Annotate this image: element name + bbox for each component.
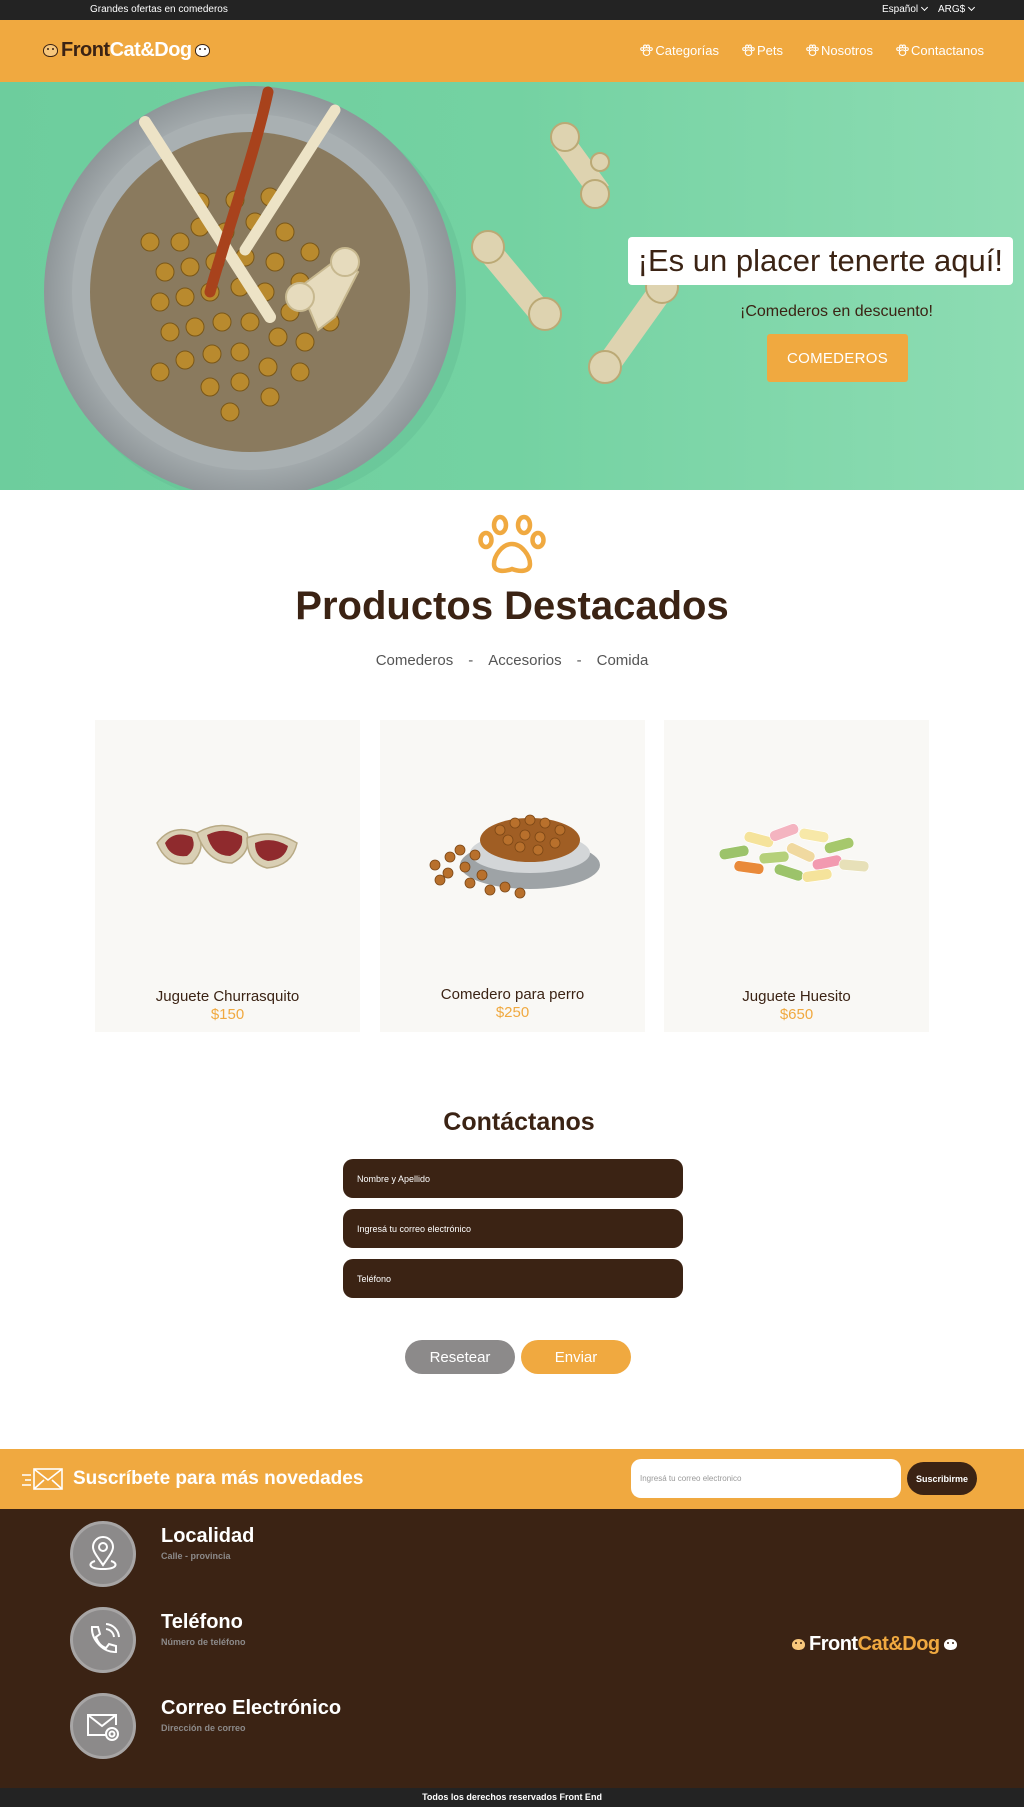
language-label: Español (882, 4, 919, 15)
logo-catdog-text: Cat&Dog (109, 39, 193, 61)
contact-title: Contáctanos (443, 1108, 595, 1136)
filter-comida[interactable]: Comida (597, 652, 649, 669)
product-name: Juguete Huesito (742, 988, 851, 1005)
logo-front-text: Front (809, 1633, 858, 1655)
chevron-down-icon (921, 3, 929, 12)
product-name: Comedero para perro (440, 986, 585, 1003)
promo-text: Grandes ofertas en comederos (90, 4, 228, 15)
top-bar: Grandes ofertas en comederos Español ARG… (0, 0, 1024, 20)
phone-sub: Número de teléfono (161, 1637, 246, 1647)
product-price: $150 (210, 1006, 245, 1023)
product-card[interactable]: Juguete Huesito $650 (664, 720, 929, 1032)
location-sub: Calle - provincia (161, 1551, 231, 1561)
nav-item-label: Categorías (655, 43, 719, 58)
product-price: $250 (495, 1004, 530, 1021)
dog-bowl-image (429, 814, 600, 899)
copyright-bar: Todos los derechos reservados Front End (0, 1788, 1024, 1807)
site-header: Front Cat&Dog Categorías Pets Nosotros C… (0, 20, 1024, 82)
nav-item-nosotros[interactable]: Nosotros (805, 43, 873, 58)
location-circle (70, 1521, 136, 1587)
language-selector[interactable]: Español (882, 3, 929, 15)
cat-face-icon (791, 1638, 806, 1651)
chevron-down-icon (968, 3, 976, 12)
paw-icon (896, 44, 909, 56)
email-title: Correo Electrónico (161, 1697, 342, 1719)
hero-subtitle: ¡Comederos en descuento! (740, 303, 933, 320)
dog-face-icon (942, 1638, 958, 1651)
subscribe-text: Suscríbete para más novedades (73, 1468, 364, 1489)
filter-accesorios[interactable]: Accesorios (488, 652, 561, 669)
site-logo[interactable]: Front Cat&Dog (40, 39, 213, 62)
nav-item-label: Contactanos (911, 43, 984, 58)
phone-icon (90, 1623, 120, 1654)
paw-icon (742, 44, 755, 56)
logo-front-text: Front (61, 39, 110, 61)
filter-comederos[interactable]: Comederos (376, 652, 454, 669)
product-price: $650 (779, 1006, 814, 1023)
dog-food-bowl-image (44, 86, 679, 490)
mail-circle (70, 1693, 136, 1759)
subscribe-bar: Suscríbete para más novedades Suscribirm… (0, 1449, 1024, 1509)
nav-item-contactanos[interactable]: Contactanos (895, 43, 984, 58)
nav-item-label: Nosotros (820, 43, 873, 58)
nav-item-categorias[interactable]: Categorías (639, 43, 719, 58)
product-card[interactable]: Juguete Churrasquito $150 (95, 720, 360, 1032)
hero-title: ¡Es un placer tenerte aquí! (627, 237, 1013, 285)
site-footer: Localidad Calle - provincia Teléfono Núm… (0, 1509, 1024, 1788)
reset-button[interactable]: Resetear (405, 1340, 515, 1374)
currency-selector[interactable]: ARG$ (938, 3, 976, 15)
nav-item-pets[interactable]: Pets (741, 43, 783, 58)
phone-circle (70, 1607, 136, 1673)
subscribe-button[interactable]: Suscribirme (907, 1462, 977, 1495)
filter-separator: - (576, 652, 582, 669)
email-field[interactable] (343, 1209, 683, 1248)
phone-field[interactable] (343, 1259, 683, 1298)
mail-icon (87, 1714, 119, 1741)
envelope-icon (22, 1468, 63, 1490)
email-sub: Dirección de correo (161, 1723, 246, 1733)
nav-item-label: Pets (756, 43, 783, 58)
location-pin-icon (89, 1536, 117, 1571)
currency-label: ARG$ (938, 4, 966, 15)
filter-separator: - (468, 652, 474, 669)
paw-icon (640, 44, 654, 56)
location-title: Localidad (161, 1525, 255, 1547)
comederos-button[interactable]: COMEDEROS (767, 334, 908, 382)
steak-toy-image (156, 824, 298, 869)
logo-catdog-text: Cat&Dog (857, 1633, 941, 1655)
bone-treats-image (718, 823, 870, 883)
phone-title: Teléfono (161, 1611, 243, 1633)
paw-icon (806, 44, 819, 56)
cat-face-icon (43, 44, 58, 57)
featured-title: Productos Destacados (295, 584, 729, 628)
product-name: Juguete Churrasquito (155, 988, 300, 1005)
subscribe-email-input[interactable] (631, 1459, 901, 1498)
footer-logo[interactable]: Front Cat&Dog (788, 1633, 961, 1656)
paw-icon (478, 514, 546, 574)
hero-banner: ¡Es un placer tenerte aquí! ¡Comederos e… (0, 82, 1024, 490)
product-filters: Comederos - Accesorios - Comida (0, 652, 1024, 669)
name-field[interactable] (343, 1159, 683, 1198)
dog-face-icon (194, 44, 210, 57)
main-nav: Categorías Pets Nosotros Contactanos (639, 43, 984, 58)
send-button[interactable]: Enviar (521, 1340, 631, 1374)
product-card[interactable]: Comedero para perro $250 (380, 720, 645, 1032)
